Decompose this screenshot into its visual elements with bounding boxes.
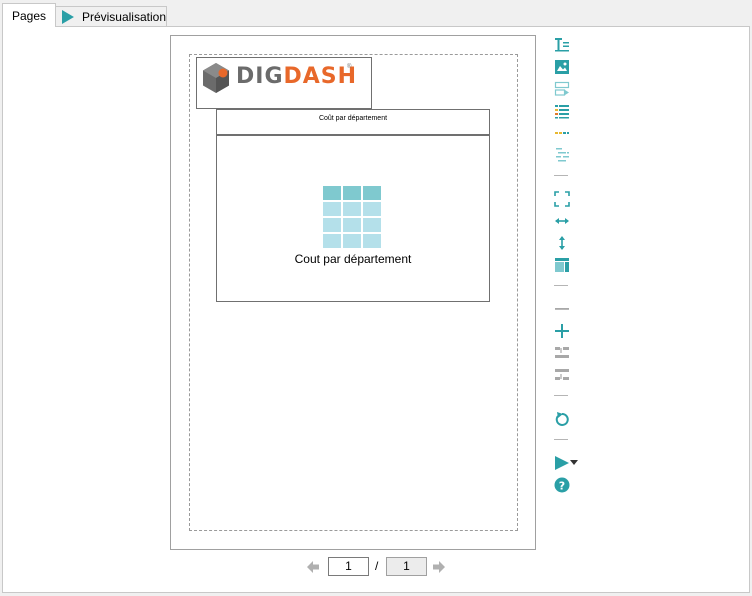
list-icon — [555, 105, 569, 119]
table-layout-icon — [556, 148, 569, 162]
add-image-button[interactable] — [551, 57, 573, 77]
play-icon — [555, 456, 569, 470]
page-navigator: 1 / 1 — [3, 557, 751, 579]
refresh-icon — [555, 412, 569, 426]
move-down-icon — [555, 369, 569, 380]
help-icon: ? — [554, 477, 570, 493]
logo-registered-mark: ® — [347, 64, 352, 70]
refresh-button[interactable] — [551, 409, 573, 429]
tab-bar: Pages Prévisualisation — [0, 0, 752, 27]
add-text-button[interactable] — [551, 35, 573, 55]
toolbar-separator — [554, 395, 568, 396]
chart-block[interactable]: Cout par département — [216, 135, 490, 302]
fit-page-icon — [554, 191, 570, 207]
add-icon — [555, 324, 569, 338]
move-up-button[interactable] — [551, 343, 573, 363]
fit-height-button[interactable] — [551, 233, 573, 253]
remove-element-button[interactable] — [551, 299, 573, 319]
separator-line-icon — [555, 132, 569, 134]
add-form-button[interactable] — [551, 79, 573, 99]
play-icon — [61, 9, 74, 24]
tab-preview[interactable]: Prévisualisation — [55, 6, 167, 26]
total-pages-field: 1 — [386, 557, 427, 576]
move-up-icon — [555, 347, 569, 358]
move-down-button[interactable] — [551, 365, 573, 385]
add-element-button[interactable] — [551, 321, 573, 341]
columns-layout-button[interactable] — [551, 255, 573, 275]
svg-text:?: ? — [559, 479, 565, 492]
fit-page-button[interactable] — [551, 189, 573, 209]
chart-title: Coût par département — [318, 115, 388, 122]
fit-width-icon — [555, 218, 569, 224]
toolbar-separator — [554, 175, 568, 176]
logo-text-dig: DIG — [236, 64, 284, 89]
run-options-dropdown[interactable] — [569, 453, 579, 473]
logo-block[interactable]: DIGDASH ® — [196, 57, 372, 109]
text-icon — [555, 38, 569, 52]
dropdown-arrow-icon — [570, 460, 578, 465]
next-page-icon[interactable] — [432, 560, 446, 574]
chart-title-block[interactable]: Coût par département — [216, 109, 490, 135]
form-icon — [554, 81, 570, 96]
tab-pages-label: Pages — [11, 8, 47, 23]
digdash-logo-icon — [203, 63, 229, 93]
remove-icon — [555, 308, 569, 310]
add-table-layout-button[interactable] — [551, 145, 573, 165]
current-page-input[interactable]: 1 — [328, 557, 369, 576]
chart-label: Cout par département — [294, 252, 412, 266]
help-button[interactable]: ? — [551, 475, 573, 495]
page-canvas[interactable]: DIGDASH ® Coût par département Cout par … — [170, 35, 536, 550]
page-editor-panel: DIGDASH ® Coût par département Cout par … — [2, 26, 750, 593]
fit-width-button[interactable] — [551, 211, 573, 231]
fit-height-icon — [559, 236, 565, 250]
tab-preview-label: Prévisualisation — [81, 9, 166, 24]
columns-icon — [555, 258, 569, 272]
table-chart-icon — [323, 186, 381, 248]
previous-page-icon[interactable] — [306, 560, 320, 574]
toolbar-separator — [554, 285, 568, 286]
tab-pages[interactable]: Pages — [2, 3, 56, 27]
logo-wordmark: DIGDASH — [236, 64, 357, 89]
add-separator-button[interactable] — [551, 123, 573, 143]
toolbar-separator — [554, 439, 568, 440]
page-separator: / — [375, 559, 379, 573]
image-icon — [555, 60, 569, 74]
add-list-button[interactable] — [551, 101, 573, 121]
